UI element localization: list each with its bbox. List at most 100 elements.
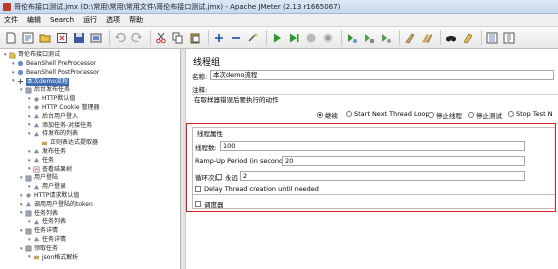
tree-node[interactable]: BeanShell PostProcessor — [17, 69, 99, 77]
tree-node[interactable]: 发布任务 — [33, 148, 66, 156]
menu-edit[interactable]: 编辑 — [27, 15, 41, 25]
action-start-next-loop[interactable]: Start Next Thread Loop — [346, 110, 430, 118]
tree-expander-icon[interactable]: ▾ — [28, 131, 31, 137]
start-icon[interactable] — [270, 31, 284, 45]
tree-node[interactable]: 领取任务 — [25, 245, 58, 253]
tree-expander-icon[interactable]: ▾ — [28, 105, 31, 111]
menu-search[interactable]: Search — [50, 16, 74, 24]
name-field[interactable]: 本次demo流程 — [210, 70, 554, 80]
test-plan-tree[interactable]: 哥伦布接口测试 ▾ BeanShell PreProcessor ▾ BeanShell… — [0, 49, 181, 269]
tree-expander-icon[interactable]: ▾ — [20, 193, 23, 199]
tree-expander-icon[interactable]: ▾ — [28, 149, 31, 155]
tree-node[interactable]: 用户登录 — [33, 183, 66, 191]
tree-node[interactable]: BeanShell PreProcessor — [17, 60, 96, 68]
radio-start-next-loop[interactable] — [346, 111, 352, 117]
action-stop-thread[interactable]: 停止线程 — [428, 110, 462, 120]
reset-search-icon[interactable] — [461, 31, 475, 45]
sampler-icon — [33, 184, 40, 191]
paste-icon[interactable] — [188, 31, 202, 45]
radio-stop-thread[interactable] — [428, 112, 434, 118]
tree-node[interactable]: HTTP默认值 — [33, 95, 75, 103]
tree-node[interactable]: 用户登陆 — [25, 174, 58, 182]
tree-node[interactable]: 正则表达式提取器 — [41, 139, 98, 147]
toggle-icon[interactable] — [246, 31, 260, 45]
cut-icon[interactable] — [154, 31, 168, 45]
tree-node-label: json格式解析 — [42, 253, 79, 261]
menu-run[interactable]: 运行 — [83, 15, 97, 25]
tree-node[interactable]: 任务 — [33, 157, 54, 165]
action-continue[interactable]: 继续 — [317, 110, 338, 120]
tree-expander-icon[interactable]: ▾ — [28, 219, 31, 225]
menu-options[interactable]: 选项 — [106, 15, 120, 25]
menu-help[interactable]: 帮助 — [129, 15, 143, 25]
templates-icon[interactable] — [21, 31, 35, 45]
tree-expander-icon[interactable]: ▾ — [12, 70, 15, 76]
new-icon[interactable] — [4, 31, 18, 45]
close-icon[interactable] — [55, 31, 69, 45]
tree-node[interactable]: 后台发布任务 — [25, 86, 70, 94]
menu-file[interactable]: 文件 — [4, 15, 18, 25]
tree-expander-icon[interactable]: ▾ — [28, 122, 31, 128]
tree-node[interactable]: json格式解析 — [33, 253, 78, 261]
stop-icon[interactable] — [304, 31, 318, 45]
tree-node[interactable]: 任务列表 — [33, 218, 66, 226]
remote-start-icon[interactable] — [345, 31, 359, 45]
expand-icon[interactable] — [212, 31, 226, 45]
tree-expander-icon[interactable]: ▾ — [12, 61, 15, 67]
help-icon[interactable] — [502, 31, 516, 45]
function-helper-icon[interactable] — [485, 31, 499, 45]
copy-icon[interactable] — [171, 31, 185, 45]
tree-node-label: 查看结果树 — [42, 165, 73, 173]
remote-shutdown-icon[interactable] — [379, 31, 393, 45]
tree-expander-icon[interactable]: ▾ — [28, 184, 31, 190]
collapse-icon[interactable] — [229, 31, 243, 45]
tree-expander-icon[interactable]: ▾ — [20, 228, 23, 234]
open-icon[interactable] — [38, 31, 52, 45]
tree-node-label: 待发布的列表 — [42, 130, 79, 138]
save-screenshot-icon[interactable] — [89, 31, 103, 45]
tree-expander-icon[interactable]: ▾ — [20, 87, 23, 93]
tree-node[interactable]: 哥伦布接口测试 — [9, 51, 60, 59]
tree-node[interactable]: 待发布的列表 — [33, 130, 78, 138]
tree-node[interactable]: 任务详情 — [33, 236, 66, 244]
undo-icon[interactable] — [113, 31, 127, 45]
radio-stop-test-now[interactable] — [508, 111, 514, 117]
radio-continue[interactable] — [317, 112, 323, 118]
tree-node[interactable]: 任务列表 — [25, 209, 58, 217]
remote-stop-icon[interactable] — [362, 31, 376, 45]
save-icon[interactable] — [72, 31, 86, 45]
tree-node[interactable]: HTTP Cookie 管理器 — [33, 104, 100, 112]
action-stop-test[interactable]: 停止测试 — [468, 110, 502, 120]
tree-expander-icon[interactable]: ▾ — [28, 237, 31, 243]
tree-expander-icon[interactable]: ▾ — [28, 96, 31, 102]
action-stop-test-now[interactable]: Stop Test N — [508, 110, 553, 118]
tree-node[interactable]: 任务详情 — [25, 227, 58, 235]
tree-expander-icon[interactable]: ▾ — [20, 246, 23, 252]
tree-expander-icon[interactable]: ▾ — [28, 166, 31, 172]
tree-node[interactable]: 后台用户登入 — [33, 113, 78, 121]
name-label: 名称: — [192, 73, 208, 81]
beanshell-icon — [17, 69, 24, 76]
tree-expander-icon[interactable]: ▾ — [20, 202, 23, 208]
sampler-icon — [33, 122, 40, 129]
start-no-pause-icon[interactable] — [287, 31, 301, 45]
clear-icon[interactable] — [403, 31, 417, 45]
tree-expander-icon[interactable]: ▾ — [4, 52, 7, 58]
redo-icon[interactable] — [130, 31, 144, 45]
tree-expander-icon[interactable]: ▾ — [12, 78, 15, 84]
thread-group-panel: 线程组 名称: 本次demo流程 注释: 在取样器错误后要执行的动作 继续 St… — [186, 49, 558, 269]
clear-all-icon[interactable] — [420, 31, 434, 45]
tree-node[interactable]: HTTP请求默认值 — [25, 192, 79, 200]
tree-node[interactable]: 添加任务-对接任务 — [33, 121, 92, 129]
tree-node[interactable]: 调用用户登陆的token — [25, 201, 93, 209]
tree-expander-icon[interactable]: ▾ — [28, 158, 31, 164]
radio-stop-test[interactable] — [468, 112, 474, 118]
tree-expander-icon[interactable]: ▾ — [20, 175, 23, 181]
tree-node[interactable]: 本次demo流程 — [17, 77, 70, 86]
tree-node[interactable]: 查看结果树 — [33, 165, 72, 173]
tree-expander-icon[interactable]: ▾ — [20, 210, 23, 216]
tree-expander-icon[interactable]: ▾ — [28, 114, 31, 120]
shutdown-icon[interactable] — [321, 31, 335, 45]
search-icon[interactable] — [444, 31, 458, 45]
tree-expander-icon[interactable]: ▾ — [28, 254, 31, 260]
